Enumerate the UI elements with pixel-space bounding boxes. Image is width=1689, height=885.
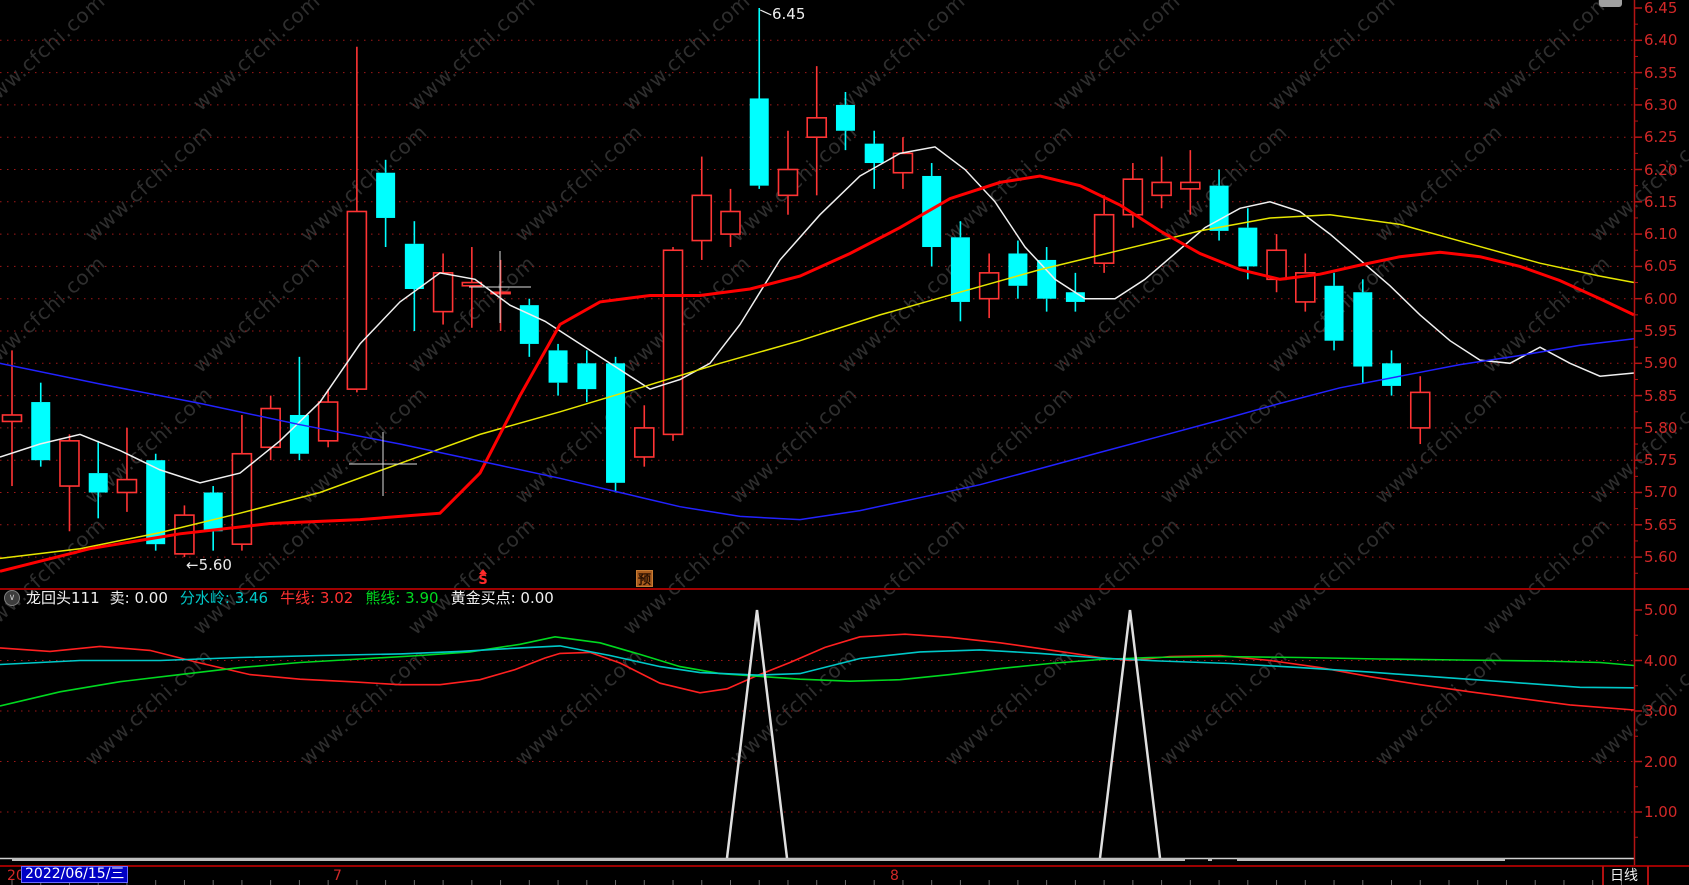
indicator-field: 分水岭: 3.46 [179,589,269,607]
price-axis-label: 6.00 [1644,290,1678,308]
price-axis-label: 5.80 [1644,419,1678,437]
window-fragment [1599,0,1622,7]
indicator-axis-label: 3.00 [1644,702,1678,720]
current-date-box: 2022/06/15/三 [21,866,129,883]
indicator-caption-row: ∨ 龙回头111 卖: 0.00 分水岭: 3.46 牛线: 3.02 熊线: 3.9… [0,589,566,607]
indicator-chart-region[interactable] [0,607,1634,857]
price-axis-label: 5.75 [1644,451,1678,469]
indicator-fields: 卖: 0.00 分水岭: 3.46 牛线: 3.02 熊线: 3.90 黄金买点: 0.… [110,589,566,607]
scrollbar-segment-right[interactable] [1237,858,1505,861]
price-axis-label: 6.25 [1644,128,1678,146]
chart-application-window: www.cfchi.com www.cfchi.com www.cfchi.com w… [0,0,1689,885]
period-separator-left [1602,866,1604,885]
price-axis-label: 6.30 [1644,96,1678,114]
indicator-axis-label: 4.00 [1644,652,1678,670]
high-price-annotation: 6.45 [772,5,806,23]
low-price-annotation: ←5.60 [186,556,232,574]
month-tick-label: 8 [890,868,899,884]
price-axis-label: 6.20 [1644,161,1678,179]
scrollbar-dot[interactable] [1208,858,1212,861]
indicator-name[interactable]: 龙回头111 [26,589,100,607]
period-separator-right [1647,866,1649,885]
price-axis-label: 5.95 [1644,322,1678,340]
indicator-axis-label: 2.00 [1644,753,1678,771]
scrollbar-segment-left[interactable] [12,858,1185,861]
price-axis-label: 6.40 [1644,31,1678,49]
period-label[interactable]: 日线 [1610,868,1638,884]
chevron-down-icon[interactable]: ∨ [4,590,20,606]
indicator-field: 熊线: 3.90 [365,589,439,607]
price-axis-label: 6.15 [1644,193,1678,211]
price-axis-label: 6.45 [1644,0,1678,17]
indicator-field: 黄金买点: 0.00 [450,589,554,607]
price-axis-label: 6.05 [1644,257,1678,275]
indicator-field: 牛线: 3.02 [280,589,354,607]
price-axis-label: 5.60 [1644,548,1678,566]
price-axis-label: 5.65 [1644,516,1678,534]
price-axis-label: 5.70 [1644,483,1678,501]
warning-signal-marker: 预 [636,570,653,588]
bottom-divider-line [0,865,1689,867]
sell-signal-marker: S [475,569,491,588]
month-tick-label: 7 [333,868,342,884]
price-axis-label: 5.90 [1644,354,1678,372]
indicator-field: 卖: 0.00 [109,589,168,607]
price-axis-label: 5.85 [1644,387,1678,405]
price-axis-label: 6.10 [1644,225,1678,243]
indicator-axis-label: 1.00 [1644,803,1678,821]
indicator-axis-label: 5.00 [1644,601,1678,619]
price-axis-label: 6.35 [1644,64,1678,82]
main-chart-region[interactable] [0,0,1634,588]
sell-marker-letter: S [478,573,488,588]
